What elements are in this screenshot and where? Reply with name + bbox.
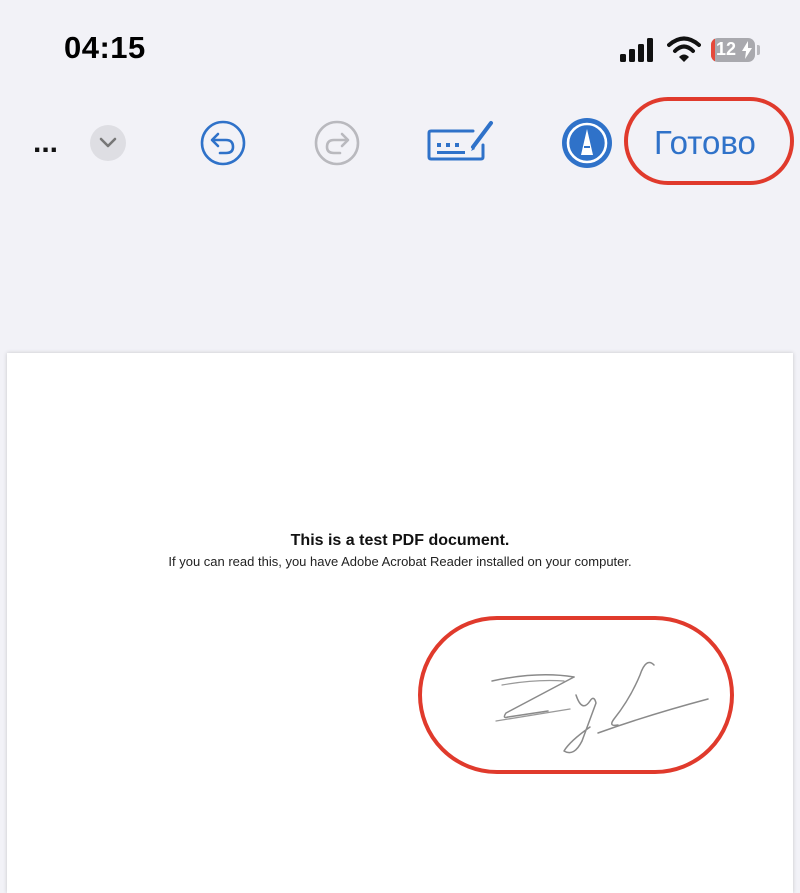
keyboard-icon[interactable] xyxy=(427,117,497,165)
markup-pen-icon[interactable] xyxy=(561,117,613,169)
more-button[interactable]: ... xyxy=(33,128,58,158)
status-time: 04:15 xyxy=(64,30,146,65)
status-bar: 04:15 12 xyxy=(0,0,800,100)
chevron-down-button[interactable] xyxy=(90,125,126,161)
signature-highlight-annotation xyxy=(418,616,734,774)
redo-icon[interactable] xyxy=(313,119,361,167)
wifi-icon xyxy=(667,36,701,62)
undo-icon[interactable] xyxy=(199,119,247,167)
chevron-down-icon xyxy=(99,137,117,148)
battery-level-fill xyxy=(711,38,715,62)
pdf-subtitle: If you can read this, you have Adobe Acr… xyxy=(168,554,632,569)
battery-level-text: 12 xyxy=(716,39,737,59)
battery-tip xyxy=(757,45,760,55)
pdf-title: This is a test PDF document. xyxy=(290,532,510,549)
done-highlight-annotation xyxy=(624,97,794,185)
charging-bolt-icon xyxy=(742,41,752,59)
signal-icon xyxy=(620,38,653,62)
battery-icon: 12 xyxy=(711,38,755,62)
